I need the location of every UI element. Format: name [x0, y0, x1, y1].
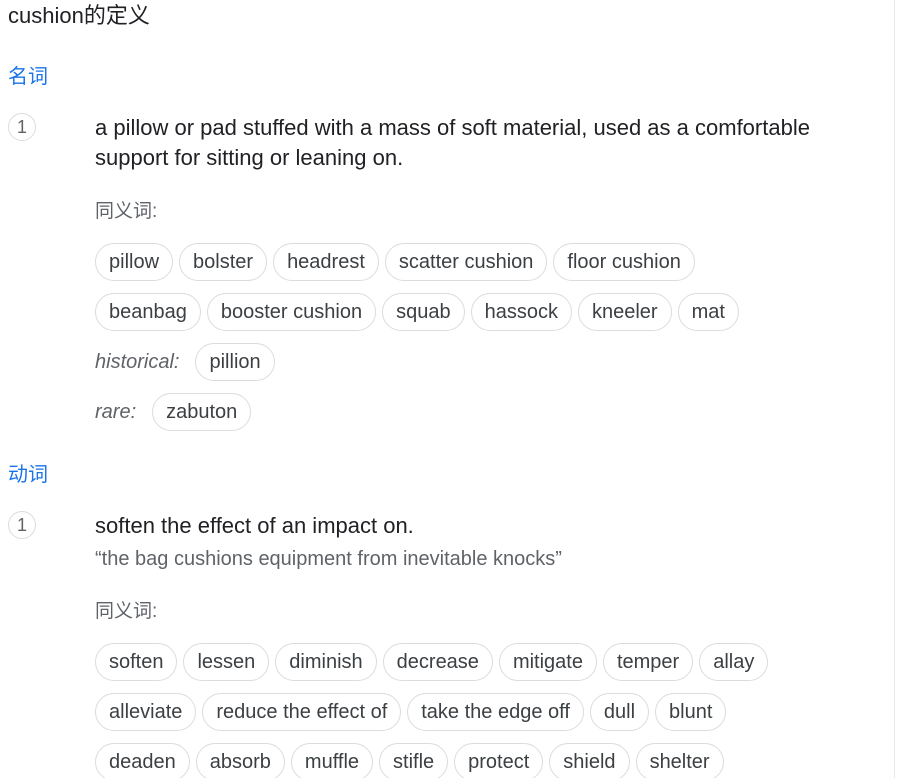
page-edge-divider: [894, 0, 895, 778]
verb-example: “the bag cushions equipment from inevita…: [95, 548, 562, 570]
synonym-chip[interactable]: zabuton: [152, 393, 252, 431]
synonym-chip[interactable]: stifle: [379, 743, 449, 778]
noun-synonyms-heading: 同义词:: [95, 201, 158, 222]
verb-synonym-row-2: alleviate reduce the effect of take the ed…: [95, 692, 727, 732]
noun-rare-row: rare: zabuton: [95, 392, 252, 432]
synonym-chip[interactable]: headrest: [273, 243, 379, 281]
noun-historical-row: historical: pillion: [95, 342, 275, 382]
page-title: cushion的定义: [8, 3, 150, 28]
verb-synonyms-heading: 同义词:: [95, 601, 158, 622]
synonym-chip[interactable]: pillow: [95, 243, 174, 281]
synonym-chip[interactable]: shield: [549, 743, 630, 778]
synonym-chip[interactable]: dull: [589, 693, 650, 731]
synonym-chip[interactable]: shelter: [635, 743, 724, 778]
verb-synonym-row-1: soften lessen diminish decrease mitigate temp…: [95, 642, 769, 682]
synonym-chip[interactable]: take the edge off: [407, 693, 584, 731]
noun-synonym-row-2: beanbag booster cushion squab hassock kneele…: [95, 292, 739, 332]
synonym-chip[interactable]: lessen: [183, 643, 270, 681]
synonym-chip[interactable]: mitigate: [498, 643, 597, 681]
synonym-chip[interactable]: blunt: [655, 693, 727, 731]
synonym-chip[interactable]: reduce the effect of: [202, 693, 402, 731]
synonym-chip[interactable]: scatter cushion: [384, 243, 548, 281]
synonym-chip[interactable]: muffle: [290, 743, 374, 778]
noun-definition: a pillow or pad stuffed with a mass of s…: [95, 115, 810, 170]
verb-sense-number: 1: [8, 511, 36, 539]
synonym-chip[interactable]: bolster: [179, 243, 268, 281]
synonym-chip[interactable]: deaden: [95, 743, 190, 778]
synonym-chip[interactable]: alleviate: [95, 693, 197, 731]
synonym-chip[interactable]: soften: [95, 643, 178, 681]
synonym-chip[interactable]: beanbag: [95, 293, 201, 331]
synonym-chip[interactable]: kneeler: [577, 293, 672, 331]
noun-sense-number: 1: [8, 113, 36, 141]
synonym-chip[interactable]: floor cushion: [553, 243, 695, 281]
noun-label: 名词: [8, 66, 48, 88]
synonym-chip[interactable]: mat: [677, 293, 739, 331]
synonym-chip[interactable]: diminish: [275, 643, 377, 681]
rare-label: rare:: [95, 400, 137, 423]
synonym-chip[interactable]: temper: [602, 643, 694, 681]
noun-synonym-row-1: pillow bolster headrest scatter cushion floo…: [95, 242, 695, 282]
verb-label: 动词: [8, 464, 48, 486]
synonym-chip[interactable]: hassock: [470, 293, 572, 331]
synonym-chip[interactable]: protect: [454, 743, 544, 778]
synonym-chip[interactable]: decrease: [382, 643, 493, 681]
synonym-chip[interactable]: booster cushion: [206, 293, 377, 331]
synonym-chip[interactable]: absorb: [195, 743, 285, 778]
synonym-chip[interactable]: squab: [382, 293, 465, 331]
synonym-chip[interactable]: pillion: [195, 343, 275, 381]
synonym-chip[interactable]: allay: [699, 643, 769, 681]
historical-label: historical:: [95, 350, 180, 373]
verb-definition: soften the effect of an impact on.: [95, 513, 414, 538]
verb-synonym-row-3: deaden absorb muffle stifle protect shield she…: [95, 742, 724, 778]
